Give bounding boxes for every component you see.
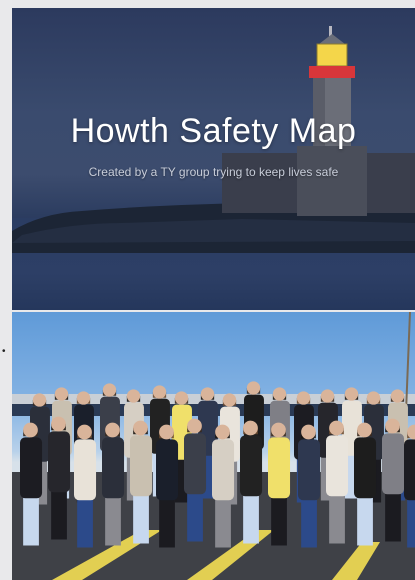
hero-banner: Howth Safety Map Created by a TY group t… [12, 8, 415, 310]
list-bullet: • [2, 346, 6, 357]
group-member [156, 424, 179, 548]
left-gutter [0, 0, 12, 580]
group-photo [12, 312, 415, 580]
page-title: Howth Safety Map [70, 112, 357, 150]
group-member [74, 424, 97, 548]
group-member [326, 420, 349, 544]
group-member [130, 420, 153, 544]
group-member [48, 416, 71, 540]
group-member [268, 422, 291, 546]
group-member [20, 422, 43, 546]
page-subtitle: Created by a TY group trying to keep liv… [88, 165, 339, 179]
group-member [102, 422, 125, 546]
group-member [212, 424, 235, 548]
group-member [184, 418, 207, 542]
group-photo-illustration [12, 312, 415, 580]
group-member [240, 420, 263, 544]
group-member [382, 418, 405, 542]
group-member [354, 422, 377, 546]
group-member [298, 424, 321, 548]
